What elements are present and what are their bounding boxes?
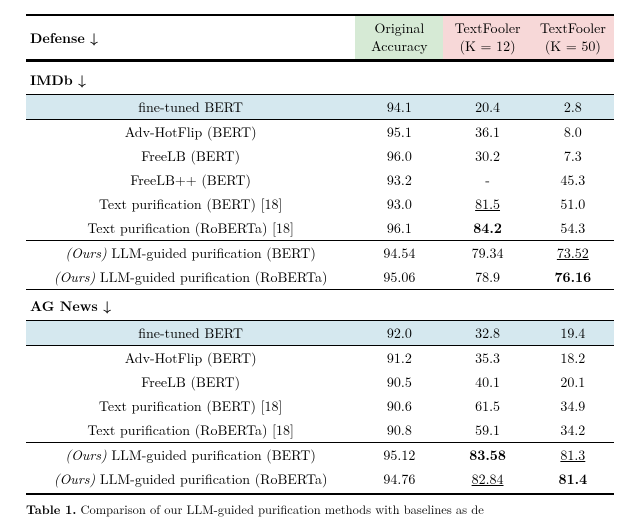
header-textfooler-k12: TextFooler (K = 12) (443, 16, 531, 60)
results-table: Defense ↓ Original Accuracy TextFooler (… (26, 14, 614, 495)
table-row: fine-tuned BERT 94.1 20.4 2.8 (26, 95, 614, 120)
caption-lead: Table 1. (26, 500, 76, 518)
table-row: Text purification (RoBERTa) [18] 90.8 59… (26, 418, 614, 443)
header-defense: Defense ↓ (26, 16, 355, 60)
header-original-accuracy: Original Accuracy (355, 16, 443, 60)
caption-text: Comparison of our LLM-guided purificatio… (76, 500, 483, 518)
header-textfooler-k50: TextFooler (K = 50) (532, 16, 614, 60)
table-row: FreeLB (BERT) 96.0 30.2 7.3 (26, 144, 614, 168)
table-row: FreeLB++ (BERT) 93.2 - 45.3 (26, 168, 614, 192)
table-row: Text purification (RoBERTa) [18] 96.1 84… (26, 216, 614, 241)
table-caption: Table 1. Comparison of our LLM-guided pu… (26, 501, 614, 517)
table-row: FreeLB (BERT) 90.5 40.1 20.1 (26, 370, 614, 394)
table-row: Adv-HotFlip (BERT) 95.1 36.1 8.0 (26, 120, 614, 144)
section-label-imdb: IMDb ↓ (26, 64, 614, 95)
header-row: Defense ↓ Original Accuracy TextFooler (… (26, 16, 614, 60)
table-row: (Ours) LLM-guided purification (RoBERTa)… (26, 265, 614, 290)
table-row: (Ours) LLM-guided purification (BERT) 95… (26, 443, 614, 467)
table-row: (Ours) LLM-guided purification (BERT) 94… (26, 241, 614, 265)
table-row: Text purification (BERT) [18] 90.6 61.5 … (26, 394, 614, 418)
table-container: Defense ↓ Original Accuracy TextFooler (… (0, 0, 640, 517)
section-label-agnews: AG News ↓ (26, 290, 614, 321)
section-agnews: AG News ↓ (26, 290, 614, 321)
table-row: (Ours) LLM-guided purification (RoBERTa)… (26, 467, 614, 491)
table-row: Text purification (BERT) [18] 93.0 81.5 … (26, 192, 614, 216)
table-row: Adv-HotFlip (BERT) 91.2 35.3 18.2 (26, 346, 614, 370)
section-imdb: IMDb ↓ (26, 64, 614, 95)
table-row: fine-tuned BERT 92.0 32.8 19.4 (26, 321, 614, 346)
